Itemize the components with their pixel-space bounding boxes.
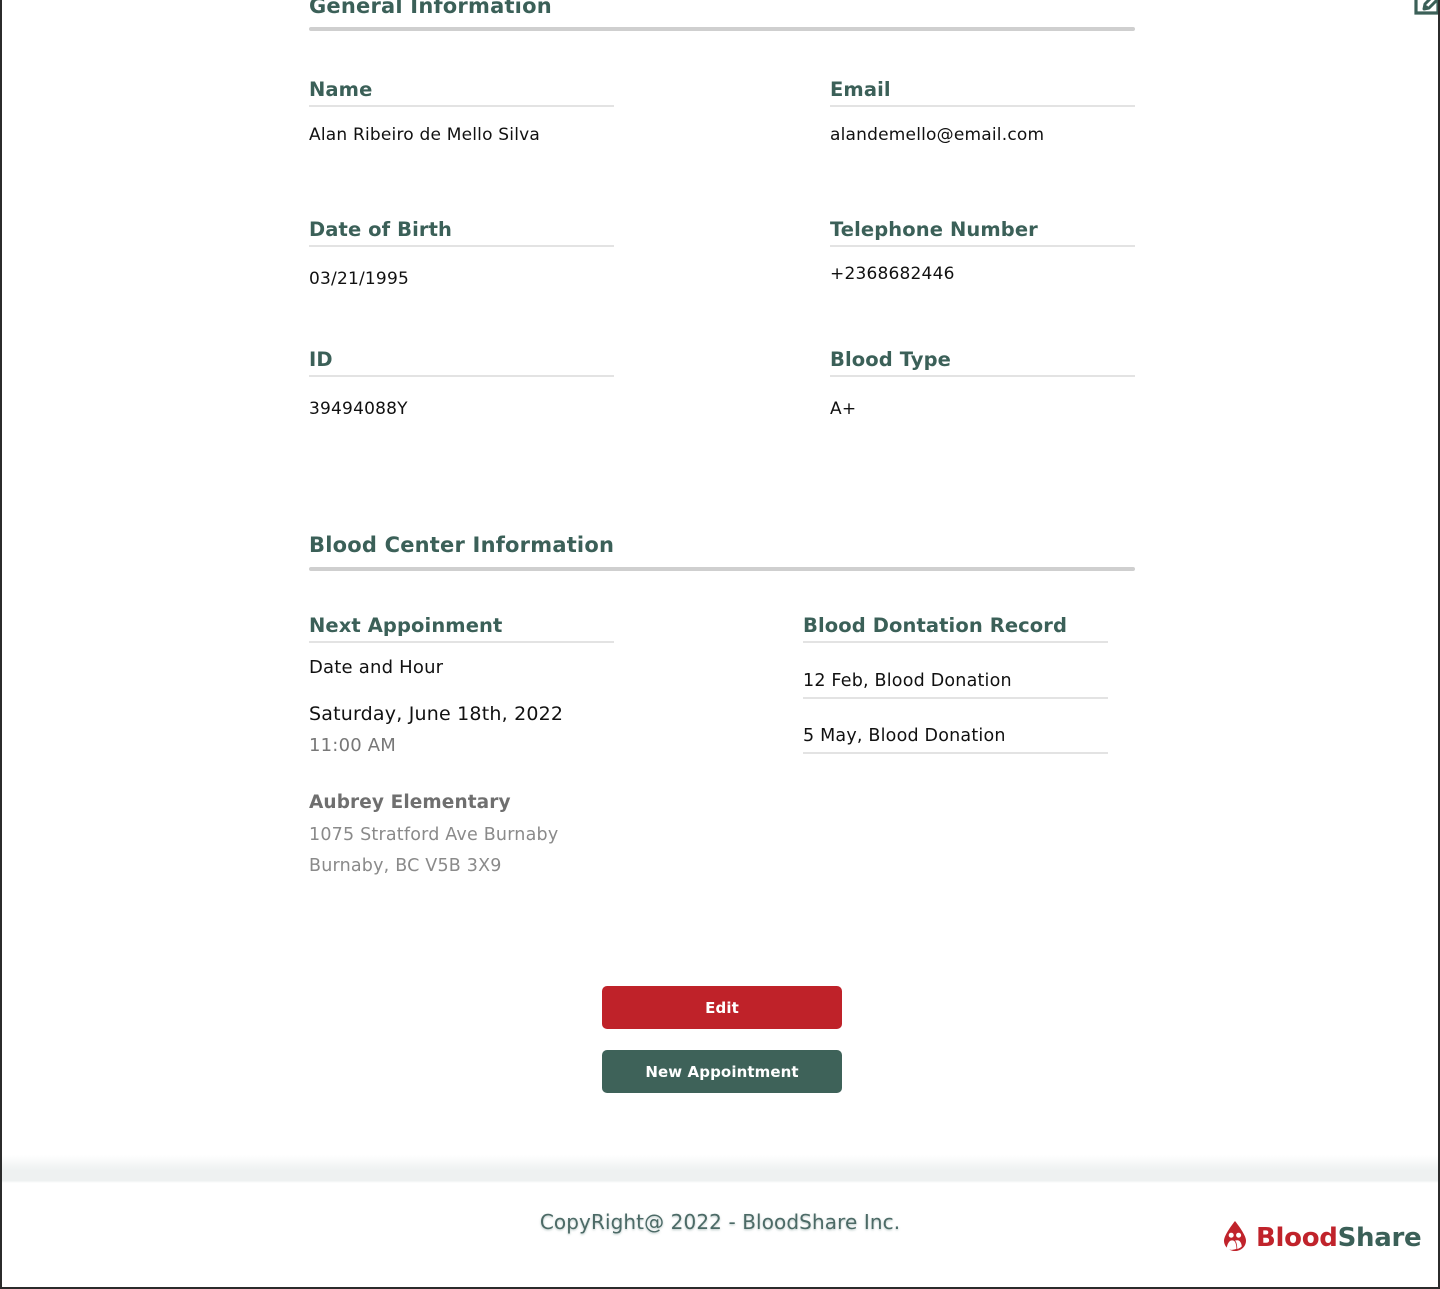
- donor-profile-page: General Information Name Alan Ribeiro de…: [0, 0, 1440, 1289]
- bloodshare-logo: BloodShare: [1220, 1219, 1422, 1257]
- donation-record-entry[interactable]: 5 May, Blood Donation: [803, 726, 1108, 754]
- general-information-divider: [309, 27, 1135, 31]
- blood-center-information-divider: [309, 567, 1135, 571]
- footer-separator-band: [2, 1155, 1438, 1183]
- edit-button[interactable]: Edit: [602, 986, 842, 1029]
- field-date-of-birth-underline: [309, 245, 614, 247]
- appointment-address-line-1: 1075 Stratford Ave Burnaby: [309, 825, 559, 845]
- field-email-label: Email: [830, 78, 891, 101]
- field-name-label: Name: [309, 78, 373, 101]
- field-telephone-number-label: Telephone Number: [830, 218, 1038, 241]
- field-email-value: alandemello@email.com: [830, 125, 1045, 145]
- blood-donation-record-underline: [803, 641, 1108, 643]
- field-name: Name Alan Ribeiro de Mello Silva: [309, 78, 830, 145]
- field-id: ID 39494088Y: [309, 348, 830, 419]
- brand-name-blood: Blood: [1256, 1223, 1338, 1253]
- new-appointment-button[interactable]: New Appointment: [602, 1050, 842, 1093]
- field-email: Email alandemello@email.com: [830, 78, 1135, 145]
- field-name-underline: [309, 105, 614, 107]
- next-appointment-underline: [309, 641, 614, 643]
- row-id-bloodtype: ID 39494088Y Blood Type A+: [309, 348, 1135, 419]
- blood-donation-record-label: Blood Dontation Record: [803, 614, 1068, 637]
- next-appointment-sublabel: Date and Hour: [309, 657, 444, 678]
- appointment-address-line-2: Burnaby, BC V5B 3X9: [309, 856, 502, 876]
- next-appointment-date: Saturday, June 18th, 2022: [309, 703, 564, 725]
- field-name-value: Alan Ribeiro de Mello Silva: [309, 125, 541, 145]
- next-appointment-label: Next Appoinment: [309, 614, 503, 637]
- field-blood-type-label: Blood Type: [830, 348, 951, 371]
- blood-center-information-section: Blood Center Information: [309, 533, 1135, 571]
- field-date-of-birth: Date of Birth 03/21/1995: [309, 218, 830, 289]
- field-telephone-number-underline: [830, 245, 1135, 247]
- field-date-of-birth-value: 03/21/1995: [309, 269, 409, 289]
- brand-wordmark: BloodShare: [1256, 1223, 1422, 1253]
- field-telephone-number: Telephone Number +2368682446: [830, 218, 1135, 289]
- field-blood-type-value: A+: [830, 399, 857, 419]
- donation-record-entry[interactable]: 12 Feb, Blood Donation: [803, 671, 1108, 699]
- blood-drop-people-logo-icon: [1220, 1219, 1250, 1257]
- brand-name-share: Share: [1337, 1223, 1422, 1253]
- next-appointment-block: Next Appoinment Date and Hour Saturday, …: [309, 614, 830, 876]
- field-telephone-number-value: +2368682446: [830, 264, 955, 284]
- blood-donation-record-block: Blood Dontation Record 12 Feb, Blood Don…: [803, 614, 1108, 754]
- row-dob-phone: Date of Birth 03/21/1995 Telephone Numbe…: [309, 218, 1135, 289]
- general-information-section: General Information: [309, 0, 1438, 31]
- field-id-underline: [309, 375, 614, 377]
- blood-center-information-heading: Blood Center Information: [309, 533, 615, 557]
- profile-content: General Information Name Alan Ribeiro de…: [2, 0, 1438, 1170]
- field-id-label: ID: [309, 348, 333, 371]
- next-appointment-time: 11:00 AM: [309, 735, 397, 756]
- edit-pencil-square-icon[interactable]: [1412, 0, 1438, 20]
- field-date-of-birth-label: Date of Birth: [309, 218, 453, 241]
- field-blood-type: Blood Type A+: [830, 348, 1135, 419]
- general-information-heading: General Information: [309, 0, 552, 18]
- field-email-underline: [830, 105, 1135, 107]
- appointment-location-name: Aubrey Elementary: [309, 792, 511, 813]
- field-id-value: 39494088Y: [309, 399, 408, 419]
- row-name-email: Name Alan Ribeiro de Mello Silva Email a…: [309, 78, 1135, 145]
- field-blood-type-underline: [830, 375, 1135, 377]
